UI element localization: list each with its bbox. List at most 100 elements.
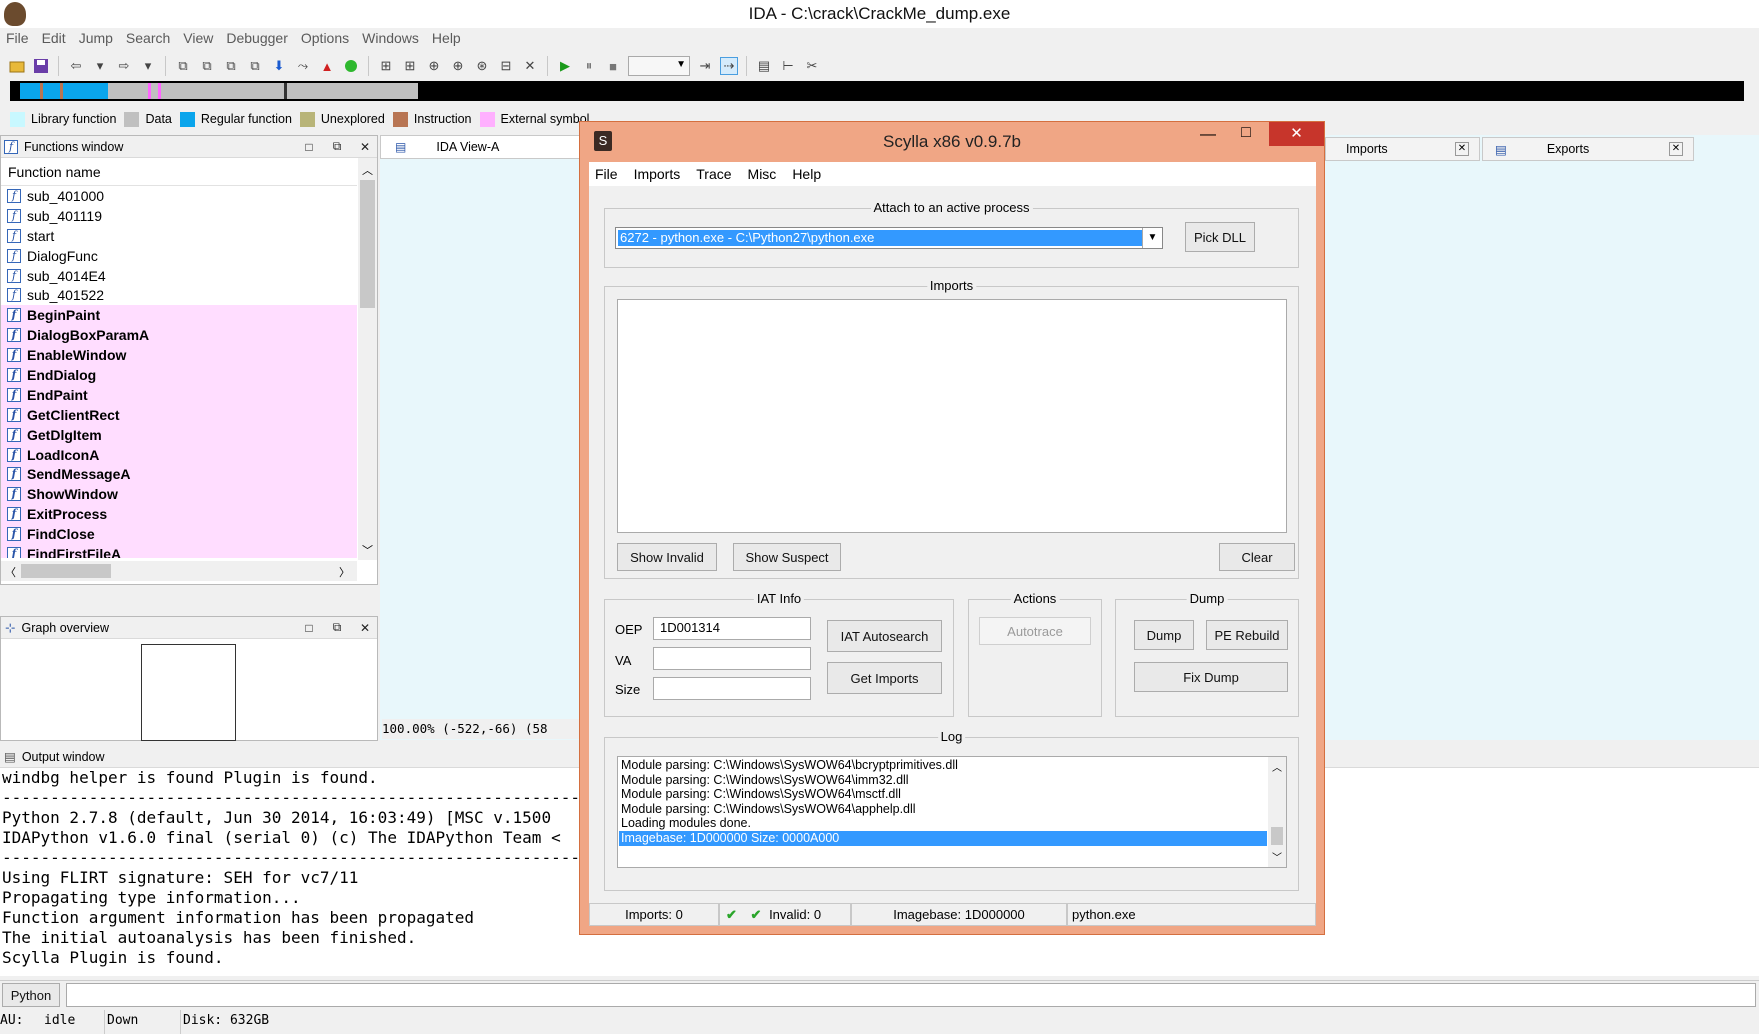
text-search-icon[interactable]: ⧉: [198, 57, 216, 75]
log-list[interactable]: Module parsing: C:\Windows\SysWOW64\bcry…: [617, 756, 1287, 868]
command-input[interactable]: [66, 983, 1756, 1007]
binary-search-icon[interactable]: ⧉: [174, 57, 192, 75]
scroll-up-icon[interactable]: ︿: [362, 162, 373, 178]
python-button[interactable]: Python: [2, 983, 60, 1007]
restore-icon[interactable]: □: [301, 621, 317, 635]
menu-debugger[interactable]: Debugger: [220, 28, 295, 50]
function-list-item[interactable]: f sub_401000: [1, 186, 357, 206]
iat-autosearch-button[interactable]: IAT Autosearch: [827, 620, 942, 652]
menu-edit[interactable]: Edit: [36, 28, 73, 50]
graph-overview-viewport[interactable]: [141, 644, 236, 741]
close-x-icon[interactable]: ✕: [521, 57, 539, 75]
scroll-thumb[interactable]: [360, 180, 375, 308]
functions-vertical-scrollbar[interactable]: ︿ ﹀: [358, 158, 377, 560]
tracing-icon[interactable]: ✂: [803, 57, 821, 75]
close-icon[interactable]: ✕: [1455, 142, 1469, 156]
graph-warning-icon[interactable]: ▲: [318, 57, 336, 75]
scroll-down-icon[interactable]: ﹀: [362, 542, 373, 558]
pick-dll-button[interactable]: Pick DLL: [1185, 222, 1255, 252]
function-list-item[interactable]: f LoadIconA: [1, 444, 357, 465]
log-scrollbar[interactable]: ︿ ﹀: [1268, 757, 1286, 867]
refs-icon[interactable]: ⤳: [294, 57, 312, 75]
scylla-menu-imports[interactable]: Imports: [626, 166, 689, 182]
tree-icon[interactable]: ⊕: [425, 57, 443, 75]
scroll-thumb[interactable]: [1271, 827, 1283, 845]
function-list-item[interactable]: f ExitProcess: [1, 504, 357, 525]
imports-tree[interactable]: [617, 299, 1287, 533]
close-icon[interactable]: ✕: [357, 140, 373, 154]
function-list-item[interactable]: f sub_401522: [1, 285, 357, 305]
chevron-down-icon[interactable]: ▼: [1142, 228, 1162, 248]
menu-view[interactable]: View: [177, 28, 220, 50]
show-invalid-button[interactable]: Show Invalid: [617, 543, 717, 571]
function-list-item[interactable]: f BeginPaint: [1, 305, 357, 326]
get-imports-button[interactable]: Get Imports: [827, 662, 942, 694]
pause-icon[interactable]: ⏸: [580, 57, 598, 75]
scylla-menu-help[interactable]: Help: [784, 166, 829, 182]
size-field[interactable]: [653, 677, 811, 700]
function-list-item[interactable]: f sub_401119: [1, 206, 357, 226]
green-circle-icon[interactable]: [342, 57, 360, 75]
imports-tab[interactable]: Imports ✕: [1325, 137, 1480, 161]
functions-horizontal-scrollbar[interactable]: 〈 〉: [1, 561, 357, 581]
log-line[interactable]: Module parsing: C:\Windows\SysWOW64\msct…: [619, 787, 1267, 802]
ida-app-icon[interactable]: [4, 2, 26, 26]
struct-icon[interactable]: ⊞: [377, 57, 395, 75]
log-line[interactable]: Module parsing: C:\Windows\SysWOW64\imm3…: [619, 773, 1267, 788]
menu-help[interactable]: Help: [426, 28, 468, 50]
log-line[interactable]: Module parsing: C:\Windows\SysWOW64\apph…: [619, 802, 1267, 817]
code-search-icon[interactable]: ⧉: [246, 57, 264, 75]
function-list-item[interactable]: f DialogBoxParamA: [1, 325, 357, 346]
scroll-up-icon[interactable]: ︿: [1272, 759, 1282, 774]
scroll-thumb[interactable]: [21, 564, 111, 578]
clear-button[interactable]: Clear: [1219, 543, 1295, 571]
menu-file[interactable]: File: [0, 28, 36, 50]
function-name-column-header[interactable]: Function name: [1, 158, 357, 186]
forward-arrow-icon[interactable]: ⇨: [115, 57, 133, 75]
jump-down-icon[interactable]: ⬇: [270, 57, 288, 75]
function-list-item[interactable]: f SendMessageA: [1, 464, 357, 485]
open-folder-icon[interactable]: [8, 57, 26, 75]
fix-dump-button[interactable]: Fix Dump: [1134, 662, 1288, 692]
log-line[interactable]: Module parsing: C:\Windows\SysWOW64\bcry…: [619, 758, 1267, 773]
function-list-item[interactable]: f FindClose: [1, 524, 357, 545]
autotrace-button[interactable]: Autotrace: [979, 617, 1091, 645]
add-struct-icon[interactable]: ⊞: [401, 57, 419, 75]
minimize-icon[interactable]: —: [1198, 126, 1218, 146]
process-select[interactable]: 6272 - python.exe - C:\Python27\python.e…: [615, 227, 1163, 249]
restore-icon[interactable]: □: [301, 140, 317, 154]
log-line[interactable]: Loading modules done.: [619, 816, 1267, 831]
function-list-item[interactable]: f ShowWindow: [1, 484, 357, 505]
window-list-icon[interactable]: ▤: [755, 57, 773, 75]
scroll-left-icon[interactable]: 〈: [5, 564, 16, 580]
chevron-down-icon[interactable]: ▾: [91, 57, 109, 75]
function-list-item[interactable]: f DialogFunc: [1, 246, 357, 266]
search-next-icon[interactable]: ⧉: [222, 57, 240, 75]
function-list-item[interactable]: f sub_4014E4: [1, 266, 357, 286]
float-icon[interactable]: ⧉: [329, 139, 345, 154]
function-list-item[interactable]: f EndPaint: [1, 384, 357, 405]
stop-icon[interactable]: ■: [604, 57, 622, 75]
step-into-icon[interactable]: ⇥: [696, 57, 714, 75]
menu-search[interactable]: Search: [120, 28, 177, 50]
close-button[interactable]: ✕: [1269, 122, 1324, 146]
play-icon[interactable]: ▶: [556, 57, 574, 75]
function-list-item[interactable]: f GetDlgItem: [1, 424, 357, 445]
back-arrow-icon[interactable]: ⇦: [67, 57, 85, 75]
function-list-item[interactable]: f GetClientRect: [1, 404, 357, 425]
maximize-icon[interactable]: □: [1236, 124, 1256, 144]
function-list-item[interactable]: f FindFirstFileA: [1, 544, 357, 558]
menu-windows[interactable]: Windows: [356, 28, 426, 50]
show-suspect-button[interactable]: Show Suspect: [733, 543, 841, 571]
tree-more-icon[interactable]: ⊕: [449, 57, 467, 75]
chevron-down-icon[interactable]: ▾: [139, 57, 157, 75]
function-list-item[interactable]: f EnableWindow: [1, 345, 357, 366]
patch-icon[interactable]: ⊟: [497, 57, 515, 75]
dump-button[interactable]: Dump: [1134, 620, 1194, 650]
scylla-menu-trace[interactable]: Trace: [688, 166, 739, 182]
scylla-menu-misc[interactable]: Misc: [740, 166, 785, 182]
step-over-icon[interactable]: ⇢: [720, 57, 738, 75]
float-icon[interactable]: ⧉: [329, 620, 345, 635]
exports-tab[interactable]: ▤ Exports ✕: [1482, 137, 1694, 161]
scylla-menu-file[interactable]: File: [589, 166, 626, 182]
